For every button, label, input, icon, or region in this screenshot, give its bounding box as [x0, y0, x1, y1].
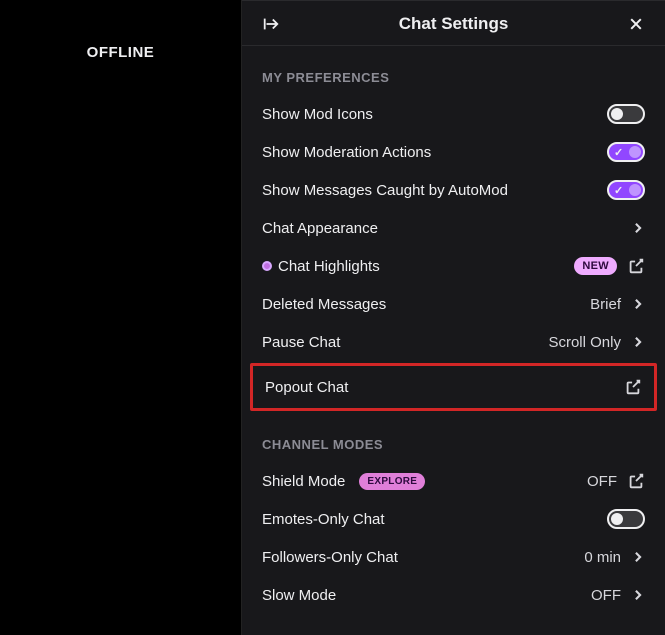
- toggle-show-automod[interactable]: ✓: [607, 180, 645, 200]
- row-show-automod[interactable]: Show Messages Caught by AutoMod ✓: [256, 171, 651, 209]
- label-shield-mode: Shield Mode: [262, 473, 345, 490]
- popout-icon[interactable]: [627, 472, 645, 490]
- row-deleted-messages[interactable]: Deleted Messages Brief: [256, 285, 651, 323]
- popout-icon[interactable]: [624, 378, 642, 396]
- chevron-right-icon: [631, 297, 645, 311]
- label-show-mod-icons: Show Mod Icons: [262, 106, 373, 123]
- label-chat-highlights: Chat Highlights: [278, 258, 380, 275]
- toggle-emotes-only[interactable]: [607, 509, 645, 529]
- value-slow-mode: OFF: [591, 587, 621, 604]
- app-root: OFFLINE Chat Settings MY PREFERENCES: [0, 0, 665, 635]
- video-area: OFFLINE: [0, 0, 242, 635]
- highlighted-row: Popout Chat: [250, 363, 657, 411]
- chevron-right-icon: [631, 221, 645, 235]
- stream-status: OFFLINE: [0, 44, 241, 61]
- chat-settings-panel: Chat Settings MY PREFERENCES Show Mod Ic…: [242, 0, 665, 635]
- panel-title: Chat Settings: [399, 14, 509, 34]
- label-popout-chat: Popout Chat: [265, 379, 348, 396]
- close-icon[interactable]: [625, 13, 647, 35]
- collapse-icon[interactable]: [260, 13, 282, 35]
- chevron-right-icon: [631, 550, 645, 564]
- label-chat-appearance: Chat Appearance: [262, 220, 378, 237]
- label-slow-mode: Slow Mode: [262, 587, 336, 604]
- row-show-mod-actions[interactable]: Show Moderation Actions ✓: [256, 133, 651, 171]
- panel-header: Chat Settings: [242, 1, 665, 46]
- label-followers-only: Followers-Only Chat: [262, 549, 398, 566]
- row-show-mod-icons[interactable]: Show Mod Icons: [256, 95, 651, 133]
- label-show-automod: Show Messages Caught by AutoMod: [262, 182, 508, 199]
- section-heading-prefs: MY PREFERENCES: [262, 70, 645, 85]
- toggle-show-mod-actions[interactable]: ✓: [607, 142, 645, 162]
- value-followers-only: 0 min: [584, 549, 621, 566]
- row-chat-appearance[interactable]: Chat Appearance: [256, 209, 651, 247]
- label-emotes-only: Emotes-Only Chat: [262, 511, 385, 528]
- label-pause-chat: Pause Chat: [262, 334, 340, 351]
- row-shield-mode[interactable]: Shield Mode EXPLORE OFF: [256, 462, 651, 500]
- value-shield-mode: OFF: [587, 473, 617, 490]
- popout-icon[interactable]: [627, 257, 645, 275]
- badge-explore: EXPLORE: [359, 473, 425, 490]
- row-pause-chat[interactable]: Pause Chat Scroll Only: [256, 323, 651, 361]
- row-slow-mode[interactable]: Slow Mode OFF: [256, 576, 651, 614]
- label-show-mod-actions: Show Moderation Actions: [262, 144, 431, 161]
- row-emotes-only[interactable]: Emotes-Only Chat: [256, 500, 651, 538]
- section-heading-modes: CHANNEL MODES: [262, 437, 645, 452]
- value-deleted-messages: Brief: [590, 296, 621, 313]
- row-popout-chat[interactable]: Popout Chat: [259, 368, 648, 406]
- chevron-right-icon: [631, 588, 645, 602]
- highlight-dot-icon: [262, 261, 272, 271]
- toggle-show-mod-icons[interactable]: [607, 104, 645, 124]
- row-chat-highlights[interactable]: Chat Highlights NEW: [256, 247, 651, 285]
- panel-body: MY PREFERENCES Show Mod Icons Show Moder…: [242, 46, 665, 614]
- row-followers-only[interactable]: Followers-Only Chat 0 min: [256, 538, 651, 576]
- badge-new: NEW: [574, 257, 617, 275]
- label-deleted-messages: Deleted Messages: [262, 296, 386, 313]
- chevron-right-icon: [631, 335, 645, 349]
- value-pause-chat: Scroll Only: [548, 334, 621, 351]
